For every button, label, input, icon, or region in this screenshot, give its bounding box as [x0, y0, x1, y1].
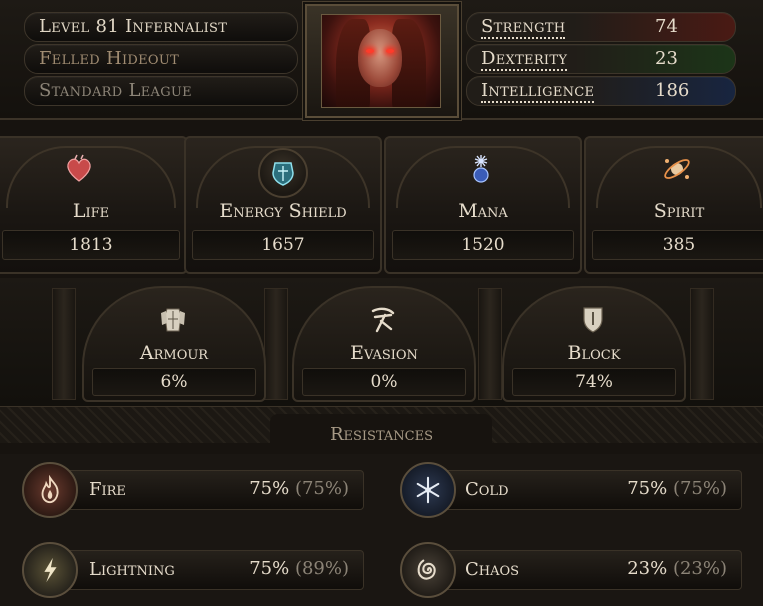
- intelligence-label[interactable]: Intelligence: [481, 80, 595, 103]
- lightning-label: Lightning: [89, 559, 175, 580]
- life-panel[interactable]: Life 1813: [0, 136, 188, 274]
- defences-row: Armour 6% Evasion 0% Block 74%: [0, 278, 763, 406]
- block-panel[interactable]: Block 74%: [502, 286, 686, 402]
- fire-icon: [22, 462, 78, 518]
- strength-value: 74: [655, 16, 678, 37]
- cold-resistance-row[interactable]: Cold 75% (75%): [422, 470, 742, 510]
- dexterity-row[interactable]: Dexterity 23: [466, 44, 736, 74]
- fire-label: Fire: [89, 479, 126, 500]
- mana-icon: [458, 146, 504, 192]
- armour-icon: [150, 296, 196, 342]
- strength-row[interactable]: Strength 74: [466, 12, 736, 42]
- fire-value: 75% (75%): [249, 478, 349, 499]
- evasion-icon: [360, 296, 406, 342]
- area-row: Felled Hideout: [24, 44, 298, 74]
- level-class-text: Level 81 Infernalist: [39, 16, 228, 37]
- armour-value: 6%: [92, 368, 256, 396]
- energy-shield-value: 1657: [192, 230, 374, 260]
- cold-label: Cold: [465, 479, 509, 500]
- character-portrait: [321, 14, 441, 108]
- intelligence-value: 186: [655, 80, 690, 101]
- chaos-icon: [400, 542, 456, 598]
- evasion-panel[interactable]: Evasion 0%: [292, 286, 476, 402]
- evasion-value: 0%: [302, 368, 466, 396]
- chaos-value: 23% (23%): [627, 558, 727, 579]
- block-icon: [570, 296, 616, 342]
- dexterity-value: 23: [655, 48, 678, 69]
- strength-label[interactable]: Strength: [481, 16, 566, 39]
- resistances-section: Fire 75% (75%) Cold 75% (75%) Lightning …: [0, 454, 763, 606]
- chaos-resistance-row[interactable]: Chaos 23% (23%): [422, 550, 742, 590]
- spirit-value: 385: [592, 230, 763, 260]
- dexterity-label[interactable]: Dexterity: [481, 48, 568, 71]
- life-label: Life: [72, 200, 110, 222]
- resistances-title: Resistances: [329, 424, 434, 445]
- life-value: 1813: [2, 230, 180, 260]
- cold-icon: [400, 462, 456, 518]
- heart-icon: [56, 146, 102, 192]
- spirit-label: Spirit: [653, 200, 705, 222]
- evasion-label: Evasion: [350, 342, 418, 364]
- character-header: Level 81 Infernalist Felled Hideout Stan…: [0, 0, 763, 120]
- lightning-value: 75% (89%): [249, 558, 349, 579]
- lightning-icon: [22, 542, 78, 598]
- spirit-panel[interactable]: Spirit 385: [584, 136, 763, 274]
- league-row: Standard League: [24, 76, 298, 106]
- level-class-row: Level 81 Infernalist: [24, 12, 298, 42]
- armour-panel[interactable]: Armour 6%: [82, 286, 266, 402]
- lightning-resistance-row[interactable]: Lightning 75% (89%): [44, 550, 364, 590]
- block-label: Block: [567, 342, 621, 364]
- energy-shield-label: Energy Shield: [219, 200, 347, 222]
- fire-resistance-row[interactable]: Fire 75% (75%): [44, 470, 364, 510]
- intelligence-row[interactable]: Intelligence 186: [466, 76, 736, 106]
- mana-label: Mana: [458, 200, 508, 222]
- cold-value: 75% (75%): [627, 478, 727, 499]
- portrait-frame: [305, 4, 459, 118]
- spirit-icon: [654, 146, 700, 192]
- armour-label: Armour: [139, 342, 209, 364]
- energy-shield-panel[interactable]: Energy Shield 1657: [184, 136, 382, 274]
- league-text: Standard League: [39, 80, 192, 101]
- shield-icon: [258, 148, 308, 198]
- mana-value: 1520: [392, 230, 574, 260]
- mana-panel[interactable]: Mana 1520: [384, 136, 582, 274]
- chaos-label: Chaos: [465, 559, 520, 580]
- block-value: 74%: [512, 368, 676, 396]
- area-text: Felled Hideout: [39, 48, 180, 69]
